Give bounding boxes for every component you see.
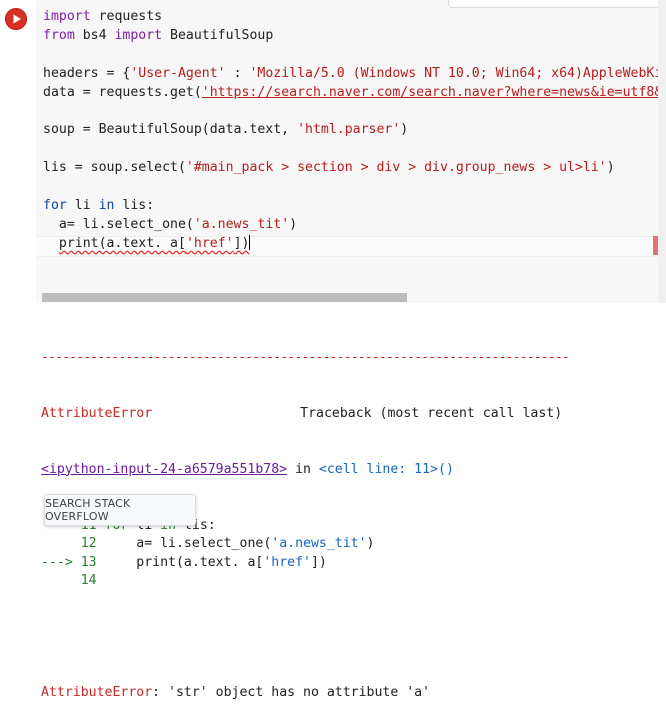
code-line[interactable]: from bs4 import BeautifulSoup (43, 27, 666, 46)
frame-code-token: print(a.text. a[ (96, 554, 264, 570)
code-editor[interactable]: import requests from bs4 import Beautiful… (43, 8, 666, 268)
code-line[interactable]: a= li.select_one('a.news_tit') (43, 216, 666, 235)
code-token: lis: (114, 197, 155, 213)
play-icon (13, 14, 21, 24)
final-error: AttributeError: 'str' object has no attr… (41, 684, 661, 703)
code-token: import (43, 9, 91, 24)
code-token: li (66, 197, 99, 213)
code-token: print(a.text. a[ (58, 235, 186, 251)
code-token: '#main_pack > section > div > div.group_… (185, 160, 607, 176)
code-token: 'Mozilla/5.0 (Windows NT 10.0; Win64; x6… (249, 65, 666, 81)
frame-line-number: 14 (80, 573, 97, 589)
frame-arrow (41, 536, 81, 551)
code-token: requests (90, 9, 163, 24)
code-token: from (43, 27, 75, 43)
traceback-location: <ipython-input-24-a6579a551b78> in <cell… (41, 461, 661, 480)
final-error-name: AttributeError (41, 684, 153, 700)
final-error-message: : 'str' object has no attribute 'a' (152, 684, 431, 700)
call-parens: () (438, 461, 454, 477)
traceback-frame: 14 (41, 572, 661, 591)
vertical-scrollbar[interactable] (658, 0, 666, 303)
frame-code-token: a= li.select_one( (96, 536, 272, 552)
code-token: 'href' (185, 235, 234, 251)
code-line[interactable]: headers = {'User-Agent' : 'Mozilla/5.0 (… (43, 65, 666, 84)
code-line[interactable] (43, 46, 666, 65)
code-line[interactable]: soup = BeautifulSoup(data.text, 'html.pa… (43, 121, 666, 140)
frame-code-token: ) (366, 536, 375, 552)
cell-toolbar[interactable] (448, 0, 660, 8)
code-token: 'html.parser' (297, 122, 401, 138)
traceback-separator: ----------------------------------------… (41, 350, 570, 366)
cell-gutter (0, 0, 36, 303)
code-line[interactable] (43, 178, 666, 197)
traceback-header: AttributeError Traceback (most recent cal… (41, 405, 661, 424)
code-token: ) (289, 216, 298, 232)
code-token: ) (400, 122, 409, 138)
traceback-frame: ---> 13 print(a.text. a['href']) (41, 554, 661, 573)
frame-code-token: 'a.news_tit' (271, 536, 367, 552)
code-token: BeautifulSoup (162, 27, 274, 43)
run-cell-button[interactable] (5, 8, 27, 30)
code-line[interactable]: print(a.text. a['href']) (43, 235, 666, 254)
frame-code-token: 'href' (263, 554, 311, 570)
code-token: in (98, 197, 115, 213)
code-line[interactable]: lis = soup.select('#main_pack > section … (43, 159, 666, 178)
code-token: ) (606, 160, 615, 176)
code-line[interactable]: for li in lis: (43, 197, 666, 216)
code-line[interactable] (43, 140, 666, 159)
code-token: headers = { (43, 65, 131, 81)
code-token: soup = BeautifulSoup(data.text, (43, 122, 298, 138)
frame-line-number: 13 (80, 554, 97, 570)
frame-code-token: ]) (310, 554, 327, 570)
in-text: in (287, 461, 319, 477)
code-line[interactable]: import requests (43, 8, 666, 27)
error-name: AttributeError (41, 405, 153, 421)
code-token: 'a.news_tit' (193, 216, 290, 232)
cell-line-label: <cell line: 11> (318, 461, 438, 477)
search-stack-overflow-button[interactable]: SEARCH STACK OVERFLOW (44, 494, 196, 526)
code-token: 'User-Agent' (130, 65, 226, 81)
code-token: ]) (233, 235, 250, 251)
traceback-frame: 12 a= li.select_one('a.news_tit') (41, 535, 661, 554)
code-token: : (225, 65, 250, 81)
code-token: for (43, 197, 67, 213)
code-token: data = requests.get( (43, 84, 202, 100)
code-token: a= li.select_one( (43, 216, 194, 232)
code-line[interactable] (43, 102, 666, 121)
code-token: lis = soup.select( (43, 160, 186, 176)
frame-arrow: ---> (41, 554, 81, 570)
text-cursor (249, 235, 251, 251)
code-token: import (114, 27, 163, 43)
frame-arrow (41, 573, 81, 588)
code-line[interactable]: data = requests.get('https://search.nave… (43, 84, 666, 103)
code-cell[interactable]: import requests from bs4 import Beautiful… (0, 0, 666, 303)
horizontal-scrollbar[interactable] (42, 293, 407, 302)
ipython-input-link[interactable]: <ipython-input-24-a6579a551b78> (41, 462, 287, 477)
code-token: bs4 (74, 27, 115, 43)
frame-line-number: 12 (80, 536, 97, 552)
traceback-label: Traceback (most recent call last) (300, 405, 563, 421)
code-token: 'https://search.naver.com/search.naver?w… (201, 84, 666, 100)
